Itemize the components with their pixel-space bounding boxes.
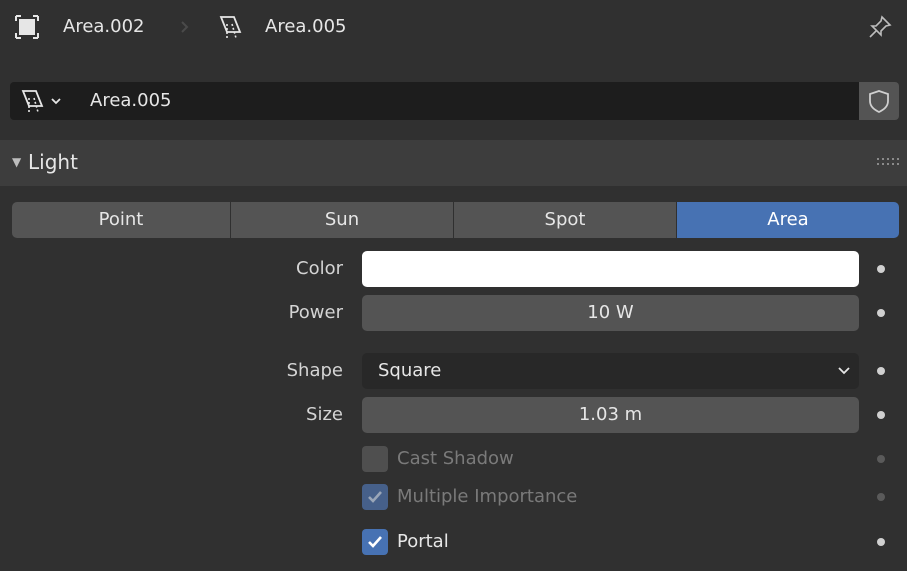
- portal-label: Portal: [397, 531, 449, 552]
- color-swatch[interactable]: [362, 251, 859, 287]
- keyframe-dot-shape[interactable]: [877, 367, 885, 375]
- keyframe-dot-size[interactable]: [877, 411, 885, 419]
- size-label: Size: [306, 404, 343, 425]
- breadcrumb-light-name: Area.005: [265, 16, 347, 37]
- keyframe-dot-portal[interactable]: [877, 538, 885, 546]
- cast-shadow-checkbox[interactable]: [362, 446, 388, 472]
- checkmark-icon: [368, 491, 382, 503]
- light-type-point[interactable]: Point: [12, 202, 230, 238]
- breadcrumb-separator-icon: [181, 21, 189, 33]
- shape-label: Shape: [286, 360, 343, 381]
- keyframe-dot-color[interactable]: [877, 265, 885, 273]
- area-light-icon: [21, 90, 44, 113]
- object-data-icon: [15, 15, 39, 39]
- portal-checkbox[interactable]: [362, 529, 388, 555]
- fake-user-button[interactable]: [859, 82, 899, 120]
- multiple-importance-label: Multiple Importance: [397, 486, 578, 507]
- breadcrumb-object-name: Area.002: [63, 16, 145, 37]
- keyframe-dot-cast-shadow[interactable]: [877, 455, 885, 463]
- chevron-down-icon: [838, 367, 850, 375]
- collapse-arrow-icon[interactable]: ▼: [12, 150, 21, 174]
- light-type-spot[interactable]: Spot: [454, 202, 676, 238]
- keyframe-dot-power[interactable]: [877, 309, 885, 317]
- size-field[interactable]: 1.03 m: [362, 397, 859, 433]
- shield-icon: [869, 90, 889, 114]
- power-field[interactable]: 10 W: [362, 295, 859, 331]
- shape-dropdown[interactable]: Square: [362, 353, 859, 389]
- light-name-field[interactable]: Area.005: [90, 82, 172, 120]
- power-label: Power: [288, 302, 343, 323]
- pin-icon[interactable]: [866, 13, 894, 41]
- light-panel-header[interactable]: [0, 140, 907, 186]
- color-label: Color: [296, 258, 343, 279]
- shape-value: Square: [378, 360, 442, 381]
- light-type-area[interactable]: Area: [677, 202, 899, 238]
- browse-light-button[interactable]: [10, 82, 76, 120]
- drag-handle-icon[interactable]: [876, 155, 900, 169]
- cast-shadow-label: Cast Shadow: [397, 448, 514, 469]
- panel-title: Light: [28, 150, 78, 174]
- multiple-importance-checkbox[interactable]: [362, 484, 388, 510]
- light-type-sun[interactable]: Sun: [231, 202, 453, 238]
- area-light-icon: [219, 16, 242, 39]
- checkmark-icon: [368, 536, 382, 548]
- chevron-down-icon: [51, 98, 61, 105]
- keyframe-dot-multiple-importance[interactable]: [877, 493, 885, 501]
